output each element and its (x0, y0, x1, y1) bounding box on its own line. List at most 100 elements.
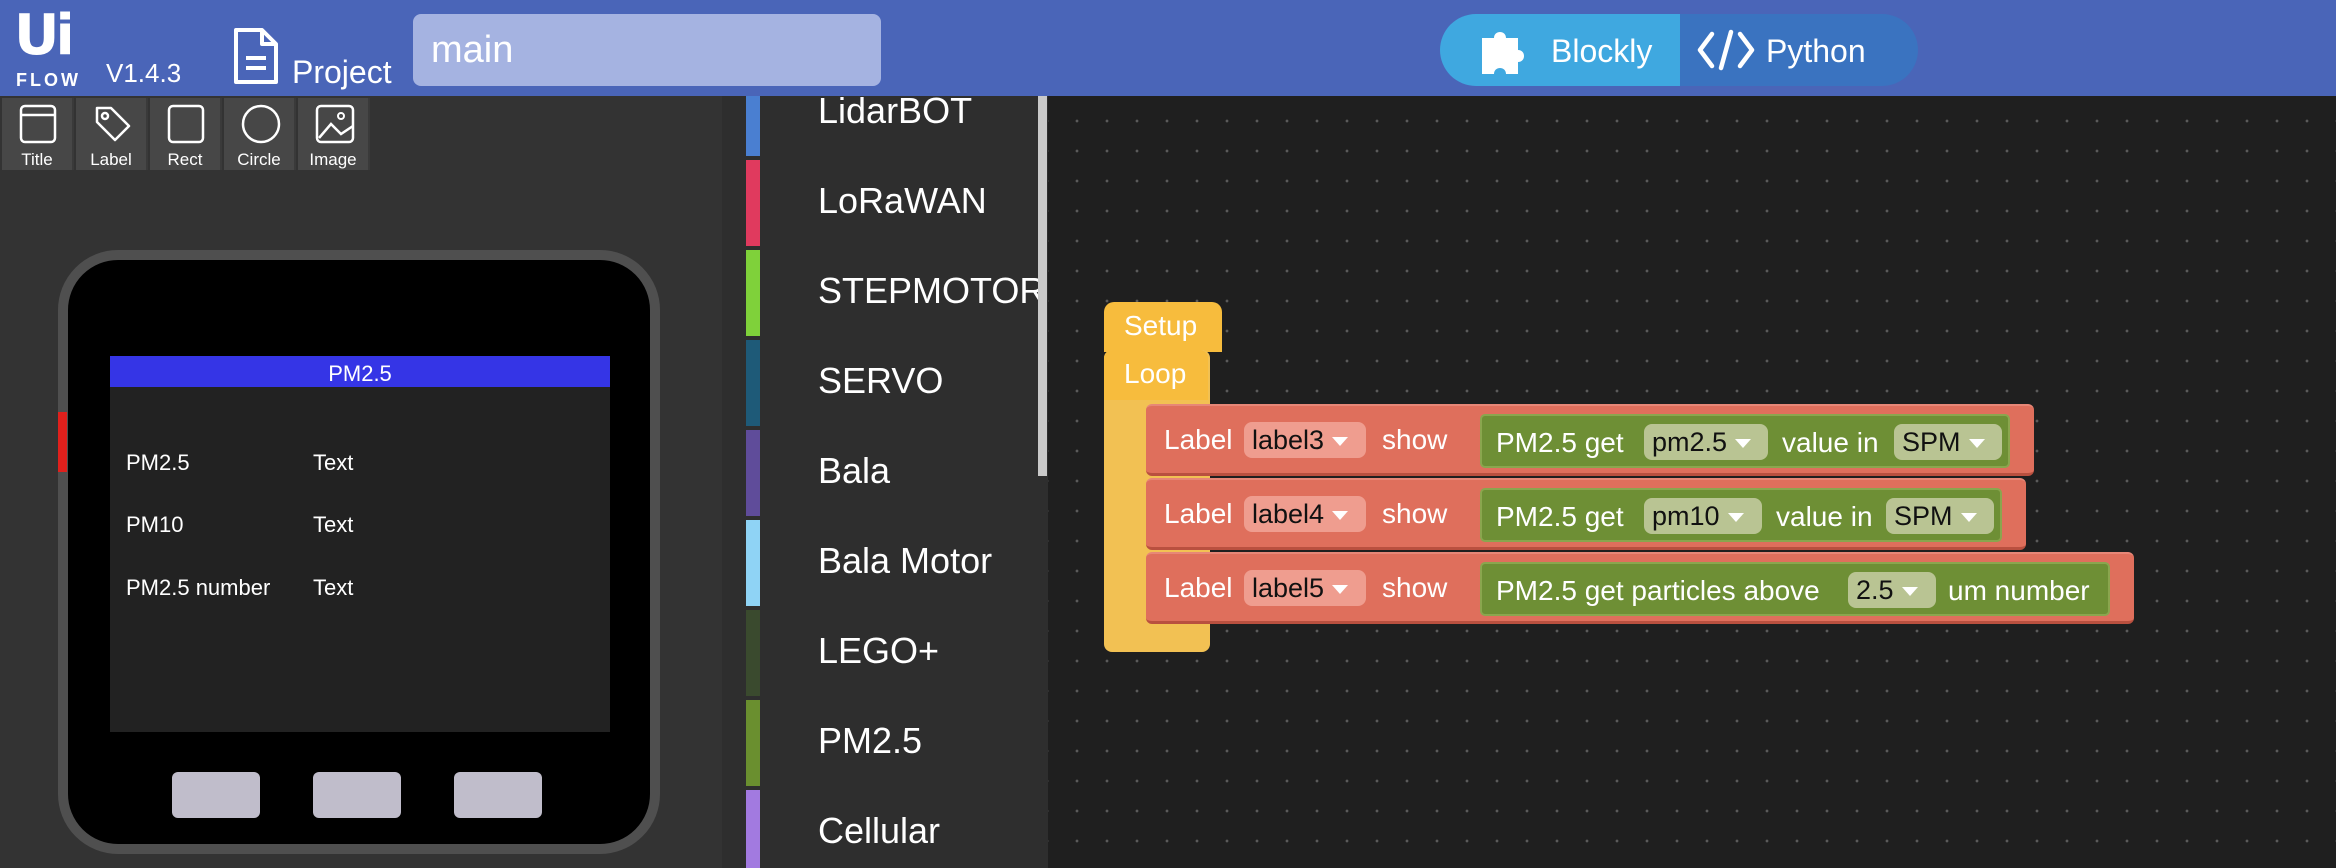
uiflow-logo: Ui FLOW (14, 6, 94, 91)
project-button[interactable]: Project (232, 26, 402, 90)
label-dropdown-value: label3 (1252, 425, 1325, 455)
category-color-bar (746, 430, 760, 516)
param-dropdown[interactable]: 2.5 (1848, 572, 1936, 608)
mode-switch: Blockly Python (1440, 14, 1918, 86)
logo-flow-text: FLOW (16, 70, 81, 90)
value-in-text: value in (1776, 501, 1873, 532)
loop-block-header[interactable]: Loop (1104, 350, 1208, 400)
widget-title-label: Title (21, 150, 53, 169)
widget-image[interactable]: Image (298, 98, 370, 170)
project-label: Project (292, 54, 392, 90)
screen-label-pm25-number[interactable]: PM2.5 number (126, 575, 270, 601)
top-bar: Ui FLOW V1.4.3 Project Blockly Python (0, 0, 2336, 96)
blockly-label: Blockly (1551, 33, 1653, 69)
code-brackets-icon (1697, 29, 1755, 71)
screen-value-pm25-number[interactable]: Text (313, 575, 353, 601)
category-label: STEPMOTOR (818, 270, 1046, 311)
block-label-text: Label (1164, 572, 1233, 603)
category-label: Bala Motor (818, 540, 993, 581)
block-show-text: show (1382, 572, 1448, 603)
category-color-bar (746, 790, 760, 868)
label-dropdown[interactable]: label4 (1244, 496, 1366, 532)
label-show-block[interactable]: Label label5 show PM2.5 get particles ab… (1146, 552, 2134, 624)
widget-label-label: Label (90, 150, 132, 169)
dropdown-arrow-icon (1901, 587, 1918, 596)
category-label: PM2.5 (818, 720, 923, 761)
screen-value-pm25[interactable]: Text (313, 450, 353, 476)
puzzle-piece-icon (1482, 32, 1524, 74)
category-color-bar (746, 160, 760, 246)
label-dropdown-value: label4 (1252, 499, 1325, 529)
widget-toolbar: Title Label Rect Circle Image (2, 98, 375, 170)
filename-input[interactable] (413, 14, 881, 86)
unit-dropdown[interactable]: SPM (1886, 498, 1994, 534)
category-servo[interactable]: SERVO (742, 340, 1048, 426)
category-lidarbot[interactable]: LidarBOT (742, 96, 1048, 156)
loop-label: Loop (1124, 358, 1187, 389)
block-label-text: Label (1164, 424, 1233, 455)
device-button-c[interactable] (454, 772, 542, 818)
category-label: LEGO+ (818, 630, 940, 671)
getter-text: PM2.5 get (1496, 501, 1624, 532)
dropdown-arrow-icon (1332, 585, 1349, 594)
category-label: LoRaWAN (818, 180, 987, 221)
category-color-bar (746, 520, 760, 606)
block-category-list: LidarBOT LoRaWAN STEPMOTOR SERVO Bala Ba… (722, 96, 1048, 868)
screen-label-pm10[interactable]: PM10 (126, 512, 183, 538)
screen-value-pm10[interactable]: Text (313, 512, 353, 538)
category-bala-motor[interactable]: Bala Motor (742, 520, 1048, 606)
suffix-text: um number (1948, 575, 2090, 606)
dropdown-arrow-icon (1727, 513, 1744, 522)
param-dropdown[interactable]: pm10 (1644, 498, 1762, 534)
category-pm25[interactable]: PM2.5 (742, 700, 1048, 786)
label-dropdown[interactable]: label3 (1244, 422, 1366, 458)
category-stepmotor[interactable]: STEPMOTOR (742, 250, 1048, 336)
category-scrollbar[interactable] (1038, 96, 1047, 476)
block-show-text: show (1382, 424, 1448, 455)
category-color-bar (746, 610, 760, 696)
category-lorawan[interactable]: LoRaWAN (742, 160, 1048, 246)
label-dropdown[interactable]: label5 (1244, 570, 1366, 606)
blockly-mode-button[interactable]: Blockly (1440, 14, 1680, 86)
param-dropdown[interactable]: pm2.5 (1644, 424, 1768, 460)
label-show-block[interactable]: Label label3 show PM2.5 get pm2.5 value … (1146, 404, 2034, 476)
category-label: Cellular (818, 810, 941, 851)
getter-text: PM2.5 get (1496, 427, 1624, 458)
category-label: LidarBOT (818, 96, 973, 131)
category-label: Bala (818, 450, 891, 491)
param-dropdown-value: pm2.5 (1652, 427, 1728, 457)
label-dropdown-value: label5 (1252, 573, 1325, 603)
device-button-b[interactable] (313, 772, 401, 818)
label-show-block[interactable]: Label label4 show PM2.5 get pm10 value i… (1146, 478, 2026, 550)
pm25-get-value-block[interactable]: PM2.5 get pm10 value in SPM (1480, 488, 2002, 542)
widget-title[interactable]: Title (2, 98, 74, 170)
document-icon (234, 28, 278, 84)
widget-rect-label: Rect (167, 150, 203, 169)
block-label-text: Label (1164, 498, 1233, 529)
widget-rect[interactable]: Rect (150, 98, 222, 170)
dropdown-arrow-icon (1968, 439, 1985, 448)
widget-image-label: Image (309, 150, 357, 169)
screen-label-pm25[interactable]: PM2.5 (126, 450, 190, 476)
widget-circle[interactable]: Circle (224, 98, 296, 170)
pm25-get-particles-block[interactable]: PM2.5 get particles above 2.5 um number (1480, 562, 2110, 616)
category-cellular[interactable]: Cellular (742, 790, 1048, 868)
device-button-a[interactable] (172, 772, 260, 818)
version-label: V1.4.3 (106, 58, 182, 88)
block-show-text: show (1382, 498, 1448, 529)
getter-text: PM2.5 get particles above (1496, 575, 1820, 606)
category-lego-plus[interactable]: LEGO+ (742, 610, 1048, 696)
unit-dropdown[interactable]: SPM (1894, 424, 2002, 460)
param-dropdown-value: 2.5 (1856, 575, 1894, 605)
dropdown-arrow-icon (1332, 511, 1349, 520)
device-side-marker (58, 412, 67, 472)
category-color-bar (746, 96, 760, 156)
setup-block[interactable]: Setup (1104, 302, 1222, 352)
widget-label[interactable]: Label (76, 98, 148, 170)
category-color-bar (746, 700, 760, 786)
pm25-get-value-block[interactable]: PM2.5 get pm2.5 value in SPM (1480, 414, 2010, 468)
circle-icon (241, 104, 281, 144)
python-mode-button[interactable]: Python (1680, 14, 1918, 86)
screen-title[interactable]: PM2.5 (110, 356, 610, 387)
category-bala[interactable]: Bala (742, 430, 1048, 516)
